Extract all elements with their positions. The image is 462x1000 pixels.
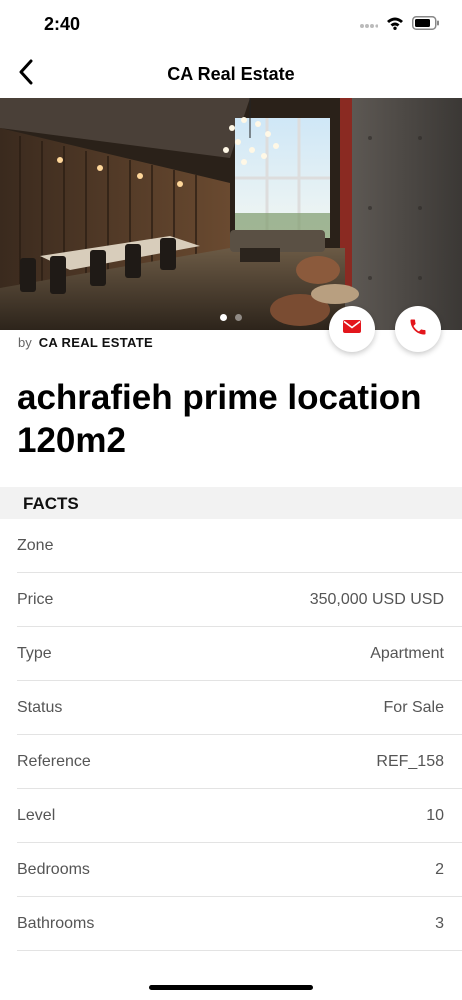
fact-value: REF_158	[376, 753, 444, 770]
facts-list: Zone Price 350,000 USD USD Type Apartmen…	[0, 519, 462, 951]
agency-name[interactable]: CA REAL ESTATE	[39, 335, 153, 350]
fact-value: 10	[426, 807, 444, 824]
navigation-bar: CA Real Estate	[0, 50, 462, 98]
fact-value: 2	[435, 861, 444, 878]
fact-row-bedrooms: Bedrooms 2	[0, 843, 462, 897]
fact-label: Zone	[17, 537, 54, 554]
nav-title: CA Real Estate	[167, 64, 295, 84]
fact-label: Type	[17, 645, 52, 662]
fact-row-price: Price 350,000 USD USD	[0, 573, 462, 627]
fact-row-bathrooms: Bathrooms 3	[0, 897, 462, 951]
envelope-icon	[343, 320, 361, 338]
fact-row-level: Level 10	[0, 789, 462, 843]
property-image-carousel[interactable]	[0, 98, 462, 330]
wifi-icon	[386, 16, 404, 35]
byline: by CA REAL ESTATE	[18, 335, 153, 350]
carousel-dot[interactable]	[235, 314, 242, 321]
fact-label: Reference	[17, 753, 91, 770]
battery-icon	[412, 15, 440, 35]
facts-section-header: FACTS	[0, 487, 462, 519]
fact-row-type: Type Apartment	[0, 627, 462, 681]
home-indicator[interactable]	[149, 985, 313, 990]
phone-icon	[408, 317, 428, 342]
signal-icon	[360, 16, 379, 34]
listing-title: achrafieh prime location 120m2	[17, 378, 422, 460]
status-icons	[360, 15, 440, 35]
carousel-page-indicator	[0, 314, 462, 321]
fact-value: 3	[435, 915, 444, 932]
call-button[interactable]	[395, 306, 441, 352]
email-button[interactable]	[329, 306, 375, 352]
fact-value: Apartment	[370, 645, 444, 662]
property-photo	[0, 98, 462, 330]
status-time: 2:40	[44, 14, 81, 34]
byline-prefix: by	[18, 335, 32, 350]
fact-label: Level	[17, 807, 56, 824]
fact-row-reference: Reference REF_158	[0, 735, 462, 789]
fact-row-zone: Zone	[0, 519, 462, 573]
fact-row-status: Status For Sale	[0, 681, 462, 735]
fact-label: Status	[17, 699, 63, 716]
status-bar: 2:40	[0, 0, 462, 50]
facts-header-label: FACTS	[23, 494, 79, 513]
carousel-dot-active[interactable]	[220, 314, 227, 321]
fact-value: 350,000 USD USD	[309, 591, 444, 608]
fact-label: Bathrooms	[17, 915, 95, 932]
divider	[17, 950, 462, 951]
fact-label: Price	[17, 591, 54, 608]
fact-value: For Sale	[383, 699, 444, 716]
fact-label: Bedrooms	[17, 861, 90, 878]
